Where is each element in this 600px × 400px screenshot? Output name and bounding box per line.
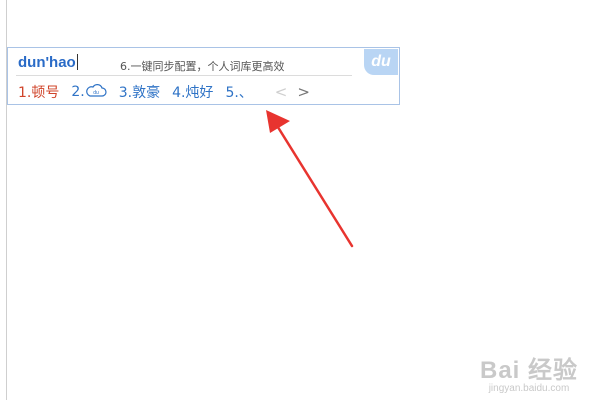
watermark-sub: jingyan.baidu.com <box>488 383 570 394</box>
watermark-main: Bai 经验 <box>479 357 578 384</box>
annotation-arrow <box>266 110 354 248</box>
baidu-jingyan-watermark: Bai 经验 jingyan.baidu.com <box>480 350 578 394</box>
